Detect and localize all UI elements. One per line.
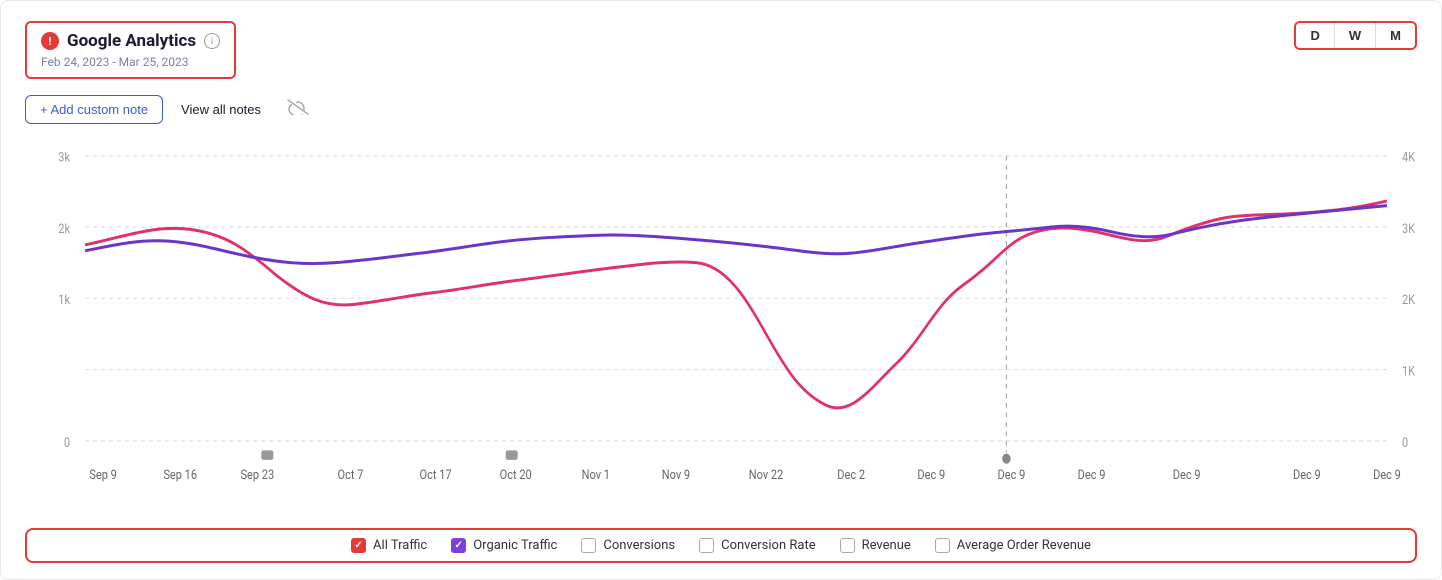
legend-checkbox-average-order-revenue[interactable] — [935, 538, 950, 553]
legend-label-organic-traffic: Organic Traffic — [473, 538, 557, 553]
legend-checkbox-conversions[interactable] — [581, 538, 596, 553]
svg-text:Dec 9: Dec 9 — [1078, 467, 1106, 482]
period-day-button[interactable]: D — [1296, 23, 1334, 48]
svg-text:Nov 1: Nov 1 — [582, 467, 610, 482]
svg-text:Dec 9: Dec 9 — [1373, 467, 1401, 482]
header-section: ! Google Analytics i Feb 24, 2023 - Mar … — [25, 21, 1417, 79]
legend-label-average-order-revenue: Average Order Revenue — [957, 538, 1091, 553]
svg-text:Dec 2: Dec 2 — [837, 467, 865, 482]
legend-label-conversion-rate: Conversion Rate — [721, 538, 816, 553]
svg-text:1k: 1k — [58, 292, 71, 307]
svg-text:0: 0 — [64, 435, 70, 450]
legend-item-conversion-rate[interactable]: Conversion Rate — [699, 538, 816, 553]
legend-bar: ✓ All Traffic ✓ Organic Traffic Conversi… — [25, 528, 1417, 563]
legend-item-revenue[interactable]: Revenue — [840, 538, 911, 553]
svg-text:Oct 20: Oct 20 — [500, 467, 532, 482]
legend-item-conversions[interactable]: Conversions — [581, 538, 675, 553]
legend-item-all-traffic[interactable]: ✓ All Traffic — [351, 538, 427, 553]
svg-text:2K: 2K — [1402, 292, 1415, 307]
legend-checkbox-conversion-rate[interactable] — [699, 538, 714, 553]
warning-icon: ! — [41, 32, 59, 50]
svg-text:Oct 17: Oct 17 — [420, 467, 452, 482]
chart-area: 3k 2k 1k 0 4K 3K 2K 1K 0 Sep 9 Sep 16 Se… — [25, 132, 1417, 524]
legend-checkbox-all-traffic[interactable]: ✓ — [351, 538, 366, 553]
svg-text:Sep 9: Sep 9 — [89, 467, 116, 482]
legend-item-organic-traffic[interactable]: ✓ Organic Traffic — [451, 538, 557, 553]
svg-text:Dec 9: Dec 9 — [998, 467, 1026, 482]
add-custom-note-button[interactable]: + Add custom note — [25, 95, 163, 124]
svg-text:Nov 22: Nov 22 — [749, 467, 784, 482]
info-icon[interactable]: i — [204, 33, 220, 49]
period-week-button[interactable]: W — [1335, 23, 1376, 48]
svg-text:Dec 9: Dec 9 — [1173, 467, 1201, 482]
svg-text:Oct 7: Oct 7 — [338, 467, 364, 482]
toggle-notes-visibility-button[interactable] — [279, 95, 317, 124]
view-all-notes-button[interactable]: View all notes — [167, 96, 275, 123]
svg-text:Nov 9: Nov 9 — [662, 467, 690, 482]
svg-text:Dec 9: Dec 9 — [917, 467, 945, 482]
legend-checkbox-organic-traffic[interactable]: ✓ — [451, 538, 466, 553]
period-month-button[interactable]: M — [1376, 23, 1415, 48]
legend-label-conversions: Conversions — [603, 538, 675, 553]
toolbar: + Add custom note View all notes — [25, 95, 1417, 124]
svg-text:0: 0 — [1402, 435, 1408, 450]
svg-text:1K: 1K — [1402, 364, 1415, 379]
legend-item-average-order-revenue[interactable]: Average Order Revenue — [935, 538, 1091, 553]
svg-text:4K: 4K — [1402, 150, 1415, 165]
svg-text:3k: 3k — [58, 150, 71, 165]
legend-label-revenue: Revenue — [862, 538, 911, 553]
period-selector: D W M — [1294, 21, 1417, 50]
svg-text:Dec 9: Dec 9 — [1293, 467, 1321, 482]
svg-text:2k: 2k — [58, 221, 71, 236]
chart-svg: 3k 2k 1k 0 4K 3K 2K 1K 0 Sep 9 Sep 16 Se… — [25, 132, 1417, 524]
legend-label-all-traffic: All Traffic — [373, 538, 427, 553]
svg-text:Sep 16: Sep 16 — [163, 467, 197, 482]
date-range: Feb 24, 2023 - Mar 25, 2023 — [41, 55, 220, 69]
svg-text:3K: 3K — [1402, 221, 1415, 236]
main-container: ! Google Analytics i Feb 24, 2023 - Mar … — [0, 0, 1442, 580]
svg-text:Sep 23: Sep 23 — [240, 467, 274, 482]
title-box: ! Google Analytics i Feb 24, 2023 - Mar … — [25, 21, 236, 79]
page-title: Google Analytics — [67, 31, 196, 51]
legend-checkbox-revenue[interactable] — [840, 538, 855, 553]
